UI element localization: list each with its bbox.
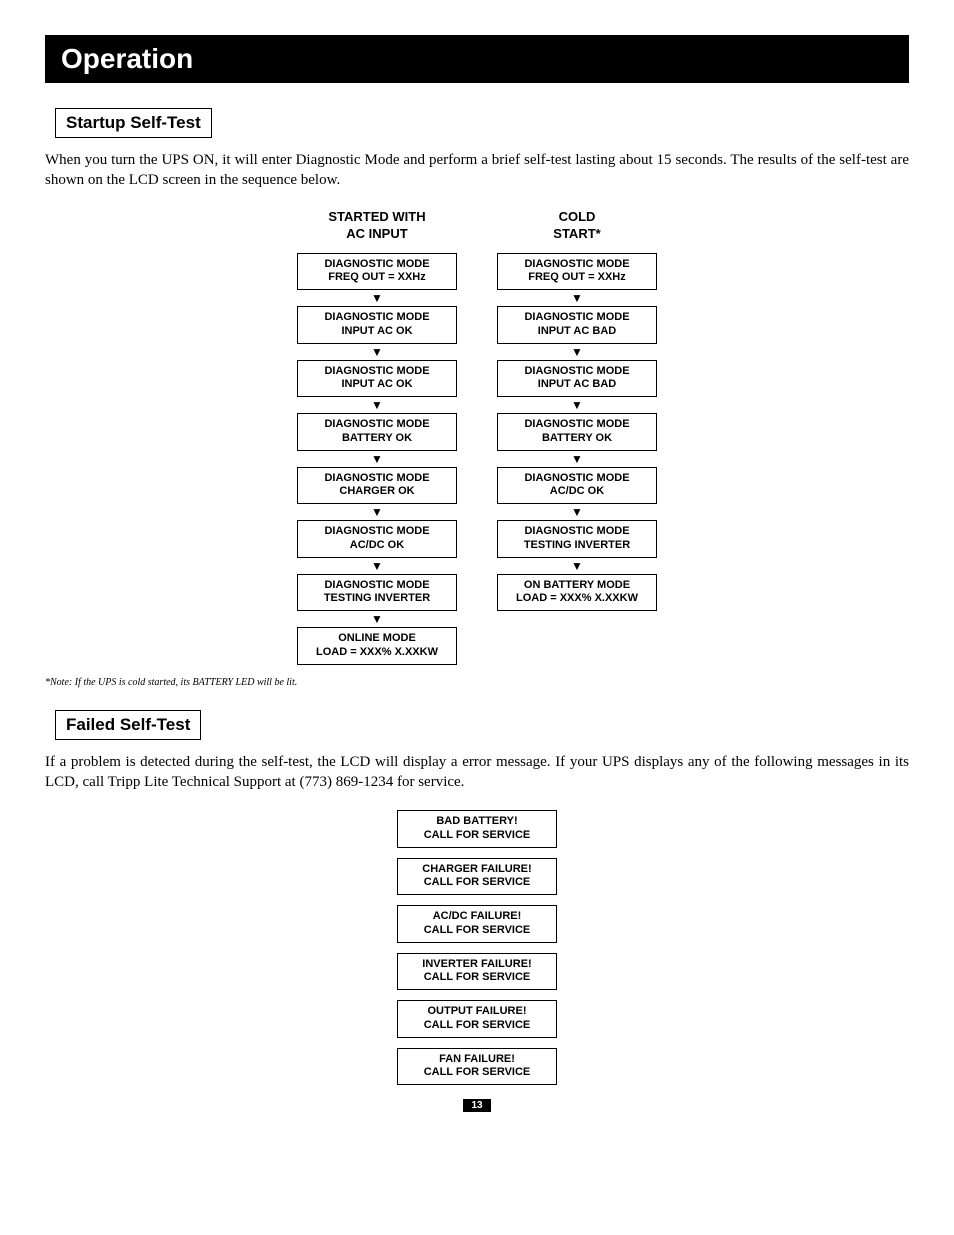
step-l2: INPUT AC OK <box>341 325 412 337</box>
startup-paragraph: When you turn the UPS ON, it will enter … <box>45 150 909 191</box>
fail-l1: AC/DC FAILURE! <box>433 910 522 922</box>
fail-message-box: BAD BATTERY! CALL FOR SERVICE <box>397 810 557 848</box>
down-arrow-icon: ▼ <box>571 292 583 304</box>
fail-l2: CALL FOR SERVICE <box>424 1066 531 1078</box>
step-l1: DIAGNOSTIC MODE <box>324 418 429 430</box>
column-header-ac-text: STARTED WITH AC INPUT <box>328 209 425 242</box>
step-l1: ONLINE MODE <box>338 632 416 644</box>
step-box: ONLINE MODE LOAD = XXX% X.XXKW <box>297 627 457 665</box>
flow-column-cold-start: COLD START* DIAGNOSTIC MODEFREQ OUT = XX… <box>497 209 657 665</box>
step-l1: DIAGNOSTIC MODE <box>524 525 629 537</box>
down-arrow-icon: ▼ <box>571 346 583 358</box>
column-header-cold: COLD START* <box>553 209 600 243</box>
fail-message-box: INVERTER FAILURE!CALL FOR SERVICE <box>397 953 557 991</box>
col2-head-text: COLD START* <box>553 209 600 240</box>
step-l2: INPUT AC BAD <box>538 325 616 337</box>
down-arrow-icon: ▼ <box>571 560 583 572</box>
step-l1: DIAGNOSTIC MODE <box>324 579 429 591</box>
step-l1: DIAGNOSTIC MODE <box>324 365 429 377</box>
step-l1: DIAGNOSTIC MODE <box>524 311 629 323</box>
step-box: DIAGNOSTIC MODEINPUT AC OK <box>297 360 457 398</box>
fail-l2: CALL FOR SERVICE <box>424 924 531 936</box>
col1-head-text: STARTED WITH AC INPUT <box>328 209 425 240</box>
step-box: DIAGNOSTIC MODE BATTERY OK <box>297 413 457 451</box>
failed-paragraph: If a problem is detected during the self… <box>45 752 909 793</box>
step-box: DIAGNOSTIC MODE AC/DC OK <box>297 520 457 558</box>
step-l1: DIAGNOSTIC MODE <box>524 418 629 430</box>
step-l1: DIAGNOSTIC MODE <box>324 311 429 323</box>
step-l1: ON BATTERY MODE <box>524 579 630 591</box>
fail-l1: FAN FAILURE! <box>439 1053 515 1065</box>
step-box: DIAGNOSTIC MODE INPUT AC OK <box>297 306 457 344</box>
step-box: ON BATTERY MODELOAD = XXX% X.XXKW <box>497 574 657 612</box>
fail-l2: CALL FOR SERVICE <box>424 971 531 983</box>
step-l2: FREQ OUT = XXHz <box>328 271 426 283</box>
down-arrow-icon: ▼ <box>371 453 383 465</box>
step-l1: DIAGNOSTIC MODE <box>524 258 629 270</box>
step-box: DIAGNOSTIC MODE BATTERY OK <box>497 413 657 451</box>
step-box: DIAGNOSTIC MODE TESTING INVERTER <box>497 520 657 558</box>
step-box: DIAGNOSTIC MODEAC/DC OK <box>497 467 657 505</box>
down-arrow-icon: ▼ <box>571 453 583 465</box>
down-arrow-icon: ▼ <box>571 506 583 518</box>
fail-l2: CALL FOR SERVICE <box>424 876 531 888</box>
step-l2: FREQ OUT = XXHz <box>528 271 626 283</box>
step-l2: LOAD = XXX% X.XXKW <box>516 592 638 604</box>
fail-message-box: AC/DC FAILURE! CALL FOR SERVICE <box>397 905 557 943</box>
fail-l1: INVERTER FAILURE! <box>422 958 531 970</box>
step-l2: BATTERY OK <box>342 432 412 444</box>
step-l1: DIAGNOSTIC MODE <box>324 525 429 537</box>
step-l1: DIAGNOSTIC MODE <box>324 258 429 270</box>
step-l2: INPUT AC BAD <box>538 378 616 390</box>
fail-l1: OUTPUT FAILURE! <box>428 1005 527 1017</box>
flow-column-ac-input: STARTED WITH AC INPUT DIAGNOSTIC MODEFRE… <box>297 209 457 665</box>
step-l2: BATTERY OK <box>542 432 612 444</box>
flowchart-container: STARTED WITH AC INPUT DIAGNOSTIC MODEFRE… <box>45 209 909 665</box>
fail-l2: CALL FOR SERVICE <box>424 1019 531 1031</box>
step-box: DIAGNOSTIC MODEINPUT AC BAD <box>497 360 657 398</box>
step-l2: INPUT AC OK <box>341 378 412 390</box>
step-l2: LOAD = XXX% X.XXKW <box>316 646 438 658</box>
step-box: DIAGNOSTIC MODETESTING INVERTER <box>297 574 457 612</box>
cold-start-note: *Note: If the UPS is cold started, its B… <box>45 677 909 688</box>
page-number: 13 <box>463 1099 490 1112</box>
step-l2: CHARGER OK <box>339 485 414 497</box>
down-arrow-icon: ▼ <box>371 613 383 625</box>
fail-message-box: FAN FAILURE!CALL FOR SERVICE <box>397 1048 557 1086</box>
step-l1: DIAGNOSTIC MODE <box>524 472 629 484</box>
step-l2: AC/DC OK <box>550 485 604 497</box>
column-header-cold-text: COLD START* <box>553 209 600 242</box>
step-l2: TESTING INVERTER <box>324 592 430 604</box>
failure-messages-container: BAD BATTERY! CALL FOR SERVICE CHARGER FAI… <box>45 810 909 1085</box>
step-l2: AC/DC OK <box>350 539 404 551</box>
step-box: DIAGNOSTIC MODEFREQ OUT = XXHz <box>297 253 457 291</box>
fail-l1: BAD BATTERY! <box>436 815 517 827</box>
down-arrow-icon: ▼ <box>371 506 383 518</box>
section-failed-title: Failed Self-Test <box>55 710 201 740</box>
step-box: DIAGNOSTIC MODECHARGER OK <box>297 467 457 505</box>
step-l1: DIAGNOSTIC MODE <box>524 365 629 377</box>
page-title-banner: Operation <box>45 35 909 83</box>
down-arrow-icon: ▼ <box>371 346 383 358</box>
step-l2: TESTING INVERTER <box>524 539 630 551</box>
step-box: DIAGNOSTIC MODEFREQ OUT = XXHz <box>497 253 657 291</box>
down-arrow-icon: ▼ <box>371 399 383 411</box>
down-arrow-icon: ▼ <box>371 560 383 572</box>
fail-message-box: CHARGER FAILURE!CALL FOR SERVICE <box>397 858 557 896</box>
fail-message-box: OUTPUT FAILURE! CALL FOR SERVICE <box>397 1000 557 1038</box>
down-arrow-icon: ▼ <box>571 399 583 411</box>
column-header-ac: STARTED WITH AC INPUT <box>328 209 425 243</box>
step-box: DIAGNOSTIC MODE INPUT AC BAD <box>497 306 657 344</box>
down-arrow-icon: ▼ <box>371 292 383 304</box>
section-startup-title: Startup Self-Test <box>55 108 212 138</box>
step-l1: DIAGNOSTIC MODE <box>324 472 429 484</box>
fail-l1: CHARGER FAILURE! <box>422 863 531 875</box>
fail-l2: CALL FOR SERVICE <box>424 829 531 841</box>
